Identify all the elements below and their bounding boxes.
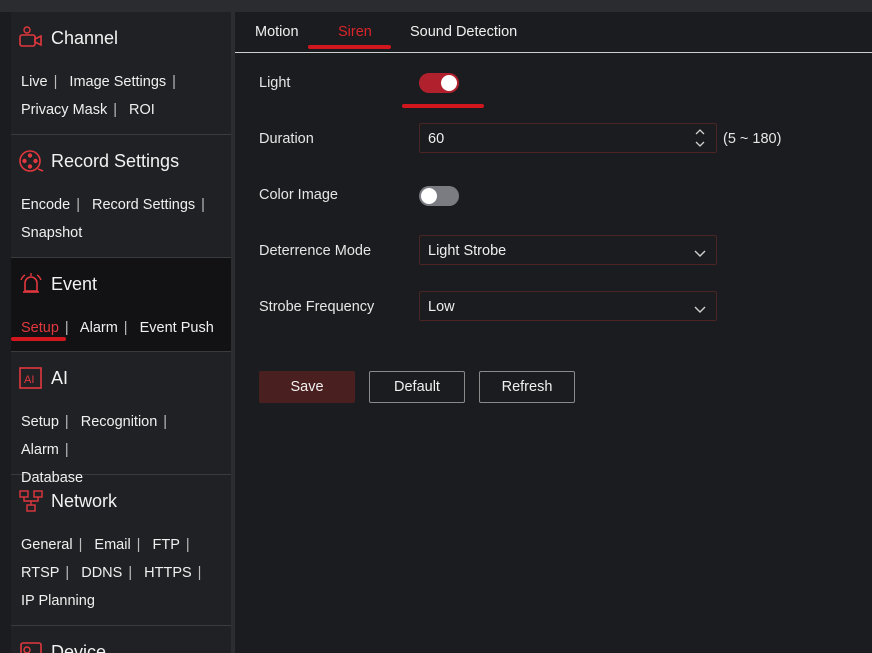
strobe-frequency-value: Low xyxy=(428,299,455,315)
sidebar: Channel Live | Image Settings | Privacy Ma… xyxy=(11,12,231,653)
sidebar-section-title: AI xyxy=(51,367,69,388)
sidebar-section-header[interactable]: Network xyxy=(18,487,117,515)
deterrence-mode-select[interactable]: Light Strobe xyxy=(419,235,717,265)
toggle-knob xyxy=(441,75,457,91)
sidebar-section-channel: Channel Live | Image Settings | Privacy Ma… xyxy=(11,12,231,135)
chevron-down-icon xyxy=(694,245,706,263)
top-bar xyxy=(0,0,872,12)
sidebar-link-ftp[interactable]: FTP xyxy=(152,537,179,553)
sidebar-section-record-settings: Record Settings Encode | Record Settings |… xyxy=(11,135,231,258)
sidebar-section-header[interactable]: Record Settings xyxy=(18,147,179,175)
device-icon xyxy=(18,639,44,653)
tab-motion[interactable]: Motion xyxy=(255,24,299,40)
light-toggle[interactable] xyxy=(419,73,459,93)
deterrence-mode-value: Light Strobe xyxy=(428,243,507,259)
active-link-underline xyxy=(11,337,66,341)
sidebar-section-device: Device xyxy=(11,626,231,653)
sidebar-section-title: Record Settings xyxy=(51,150,180,171)
sidebar-link-ddns[interactable]: DDNS xyxy=(81,565,122,581)
duration-label: Duration xyxy=(259,131,314,147)
sidebar-link-email[interactable]: Email xyxy=(94,537,130,553)
sidebar-section-header[interactable]: AI AI xyxy=(18,364,68,392)
sidebar-link-privacy-mask[interactable]: Privacy Mask xyxy=(21,102,107,118)
sidebar-links: Live | Image Settings | Privacy Mask | ROI xyxy=(21,74,176,118)
sidebar-link-record-settings[interactable]: Record Settings xyxy=(92,197,195,213)
sidebar-section-network: Network General | Email | FTP | RTSP | DDNS |… xyxy=(11,475,231,626)
duration-input[interactable]: 60 xyxy=(419,123,717,153)
sidebar-section-title: Device xyxy=(51,641,107,653)
sidebar-section-header[interactable]: Channel xyxy=(18,24,118,52)
sidebar-link-live[interactable]: Live xyxy=(21,74,48,90)
sidebar-section-header[interactable]: Event xyxy=(18,270,97,298)
light-label: Light xyxy=(259,75,291,91)
sidebar-links: Encode | Record Settings | Snapshot xyxy=(21,197,205,241)
sidebar-section-title: Channel xyxy=(51,27,119,48)
network-icon xyxy=(18,488,44,514)
default-button[interactable]: Default xyxy=(369,371,465,403)
sidebar-links: General | Email | FTP | RTSP | DDNS | HTTPS | … xyxy=(21,537,202,609)
strobe-frequency-label: Strobe Frequency xyxy=(259,299,375,315)
sidebar-link-encode[interactable]: Encode xyxy=(21,197,70,213)
duration-range: (5 ~ 180) xyxy=(723,131,782,147)
sidebar-section-header[interactable]: Device xyxy=(18,638,106,653)
sidebar-link-alarm[interactable]: Alarm xyxy=(21,442,59,458)
sidebar-link-recognition[interactable]: Recognition xyxy=(81,414,158,430)
stepper-arrows-icon[interactable] xyxy=(694,127,706,149)
sidebar-link-https[interactable]: HTTPS xyxy=(144,565,192,581)
sidebar-link-ip-planning[interactable]: IP Planning xyxy=(21,593,95,609)
duration-value: 60 xyxy=(428,131,445,147)
svg-text:AI: AI xyxy=(24,374,34,386)
strobe-frequency-select[interactable]: Low xyxy=(419,291,717,321)
color-image-label: Color Image xyxy=(259,187,338,203)
refresh-button[interactable]: Refresh xyxy=(479,371,575,403)
sidebar-section-event: Event Setup | Alarm | Event Push xyxy=(11,258,231,352)
film-reel-icon xyxy=(18,148,44,174)
main-panel: Motion Siren Sound Detection Light Durat… xyxy=(235,12,872,653)
sidebar-link-alarm[interactable]: Alarm xyxy=(80,320,118,336)
chevron-down-icon xyxy=(694,301,706,319)
save-button[interactable]: Save xyxy=(259,371,355,403)
sidebar-link-setup[interactable]: Setup xyxy=(21,320,59,336)
camera-icon xyxy=(18,25,44,51)
ai-icon: AI xyxy=(18,365,44,391)
tab-siren[interactable]: Siren xyxy=(338,24,372,40)
sidebar-link-image-settings[interactable]: Image Settings xyxy=(69,74,166,90)
sidebar-section-title: Network xyxy=(51,490,118,511)
toggle-knob xyxy=(421,188,437,204)
sidebar-link-setup[interactable]: Setup xyxy=(21,414,59,430)
sidebar-link-roi[interactable]: ROI xyxy=(129,102,155,118)
sidebar-section-title: Event xyxy=(51,273,98,294)
sidebar-link-event-push[interactable]: Event Push xyxy=(140,320,214,336)
sidebar-link-snapshot[interactable]: Snapshot xyxy=(21,225,82,241)
sidebar-link-general[interactable]: General xyxy=(21,537,73,553)
color-image-toggle[interactable] xyxy=(419,186,459,206)
deterrence-mode-label: Deterrence Mode xyxy=(259,243,372,259)
sidebar-section-ai: AI AI Setup | Recognition | Alarm | Databas… xyxy=(11,352,231,486)
light-toggle-underline xyxy=(402,104,484,108)
sidebar-link-rtsp[interactable]: RTSP xyxy=(21,565,59,581)
active-tab-underline xyxy=(308,45,391,49)
tab-bar: Motion Siren Sound Detection xyxy=(235,12,872,53)
alarm-bell-icon xyxy=(18,271,44,297)
tab-sound-detection[interactable]: Sound Detection xyxy=(410,24,517,40)
